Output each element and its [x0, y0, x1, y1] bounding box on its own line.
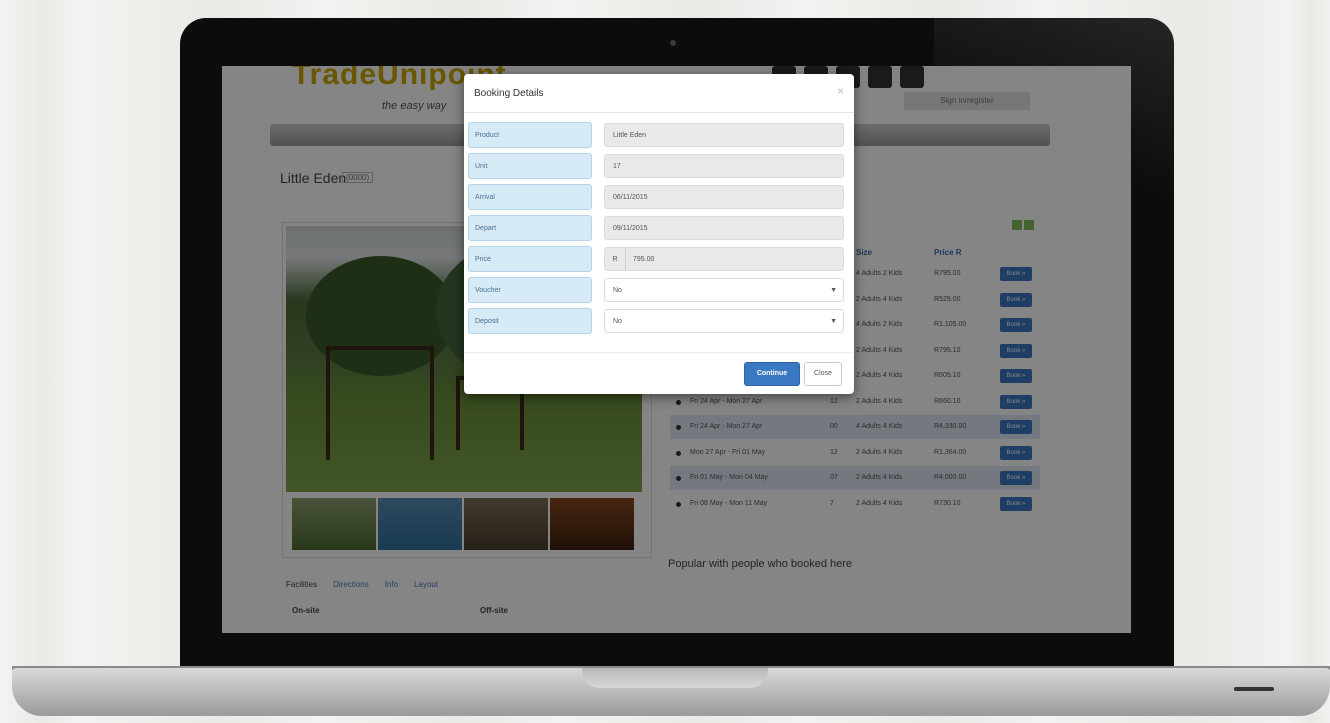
chevron-down-icon: ▼ [830, 318, 837, 325]
voucher-selected-value: No [613, 287, 622, 294]
laptop-notch [582, 668, 768, 688]
close-icon[interactable]: × [837, 84, 844, 98]
deposit-label: Deposit [468, 308, 592, 334]
wood-plank [0, 0, 75, 723]
arrival-field: 06/11/2015 [604, 185, 844, 209]
price-field: R 795.00 [604, 247, 844, 271]
close-button[interactable]: Close [804, 362, 842, 386]
form-row-product: Product Little Eden [468, 122, 846, 148]
product-field: Little Eden [604, 123, 844, 147]
form-row-depart: Depart 09/11/2015 [468, 215, 846, 241]
wood-plank [1284, 0, 1330, 723]
laptop-screen: TradeUnipoint the easy way Sign in/regis… [222, 66, 1131, 633]
voucher-select[interactable]: No ▼ [604, 278, 844, 302]
modal-title: Booking Details [474, 88, 544, 99]
form-row-unit: Unit 17 [468, 153, 846, 179]
depart-label: Depart [468, 215, 592, 241]
deposit-selected-value: No [613, 318, 622, 325]
unit-field: 17 [604, 154, 844, 178]
modal-footer-divider [464, 352, 854, 353]
form-row-arrival: Arrival 06/11/2015 [468, 184, 846, 210]
unit-label: Unit [468, 153, 592, 179]
currency-addon: R [605, 248, 626, 270]
price-label: Price [468, 246, 592, 272]
laptop-slot [1234, 687, 1274, 691]
form-row-deposit: Deposit No ▼ [468, 308, 846, 334]
chevron-down-icon: ▼ [830, 287, 837, 294]
modal-divider [464, 112, 854, 113]
product-label: Product [468, 122, 592, 148]
deposit-select[interactable]: No ▼ [604, 309, 844, 333]
webcam [670, 40, 676, 46]
form-row-voucher: Voucher No ▼ [468, 277, 846, 303]
booking-details-modal: Booking Details × Product Little Eden Un… [464, 74, 854, 394]
continue-button[interactable]: Continue [744, 362, 800, 386]
voucher-label: Voucher [468, 277, 592, 303]
form-row-price: Price R 795.00 [468, 246, 846, 272]
arrival-label: Arrival [468, 184, 592, 210]
depart-field: 09/11/2015 [604, 216, 844, 240]
price-value: 795.00 [633, 256, 655, 263]
